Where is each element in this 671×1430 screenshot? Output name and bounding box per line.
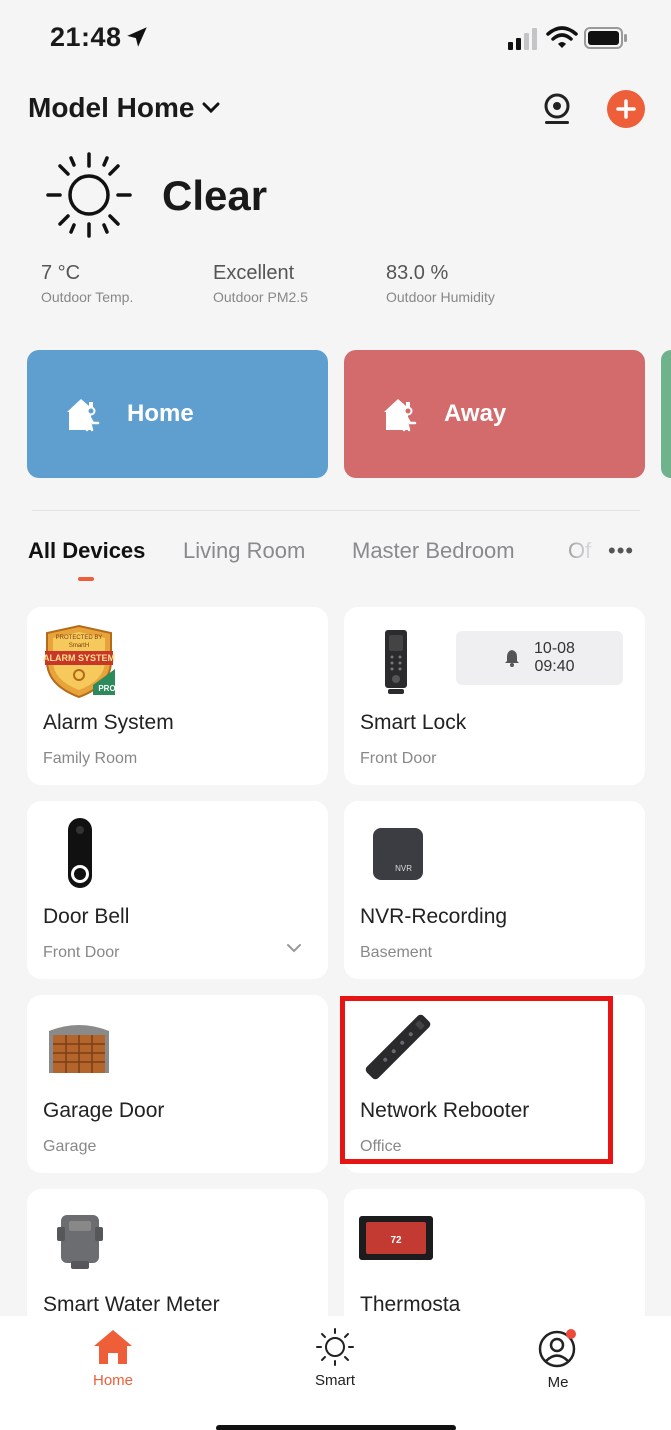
home-selector[interactable]: Model Home xyxy=(28,92,220,124)
location-arrow-icon xyxy=(127,27,147,47)
device-card-alarm-system[interactable]: PROTECTED BY SmartH ALARM SYSTEM PRO Ala… xyxy=(27,607,328,785)
cellular-signal-icon xyxy=(508,28,537,50)
tab-living-room[interactable]: Living Room xyxy=(183,538,305,564)
scene-label: Away xyxy=(444,400,507,427)
scene-home-button[interactable]: Home xyxy=(27,350,328,478)
device-name: Garage Door xyxy=(43,1099,165,1122)
lock-last-event: 10-08 09:40 xyxy=(456,631,623,685)
badge-pro: PRO xyxy=(98,684,115,693)
nav-label: Me xyxy=(547,1374,569,1391)
badge-title: ALARM SYSTEM xyxy=(43,653,115,663)
more-tabs-button[interactable]: ••• xyxy=(608,538,634,564)
device-room: Front Door xyxy=(43,944,120,961)
nvr-label: NVR xyxy=(395,864,412,873)
device-name: Thermosta xyxy=(360,1293,461,1316)
stat-value: Excellent xyxy=(213,262,295,284)
status-time: 21:48 xyxy=(50,22,122,52)
weather-condition: Clear xyxy=(162,172,268,219)
stat-label: Outdoor PM2.5 xyxy=(213,289,308,305)
home-name: Model Home xyxy=(28,92,195,123)
event-date: 10-08 xyxy=(534,640,575,657)
away-person-icon xyxy=(384,399,417,432)
device-card-smart-lock[interactable]: 10-08 09:40 Smart Lock Front Door xyxy=(344,607,645,785)
thermostat-value: 72 xyxy=(390,1235,402,1246)
thermostat-icon: 72 xyxy=(359,1216,433,1260)
nav-me[interactable]: Me xyxy=(508,1328,608,1391)
outdoor-humidity-stat: 83.0 % Outdoor Humidity xyxy=(386,262,495,305)
home-icon xyxy=(94,1330,132,1364)
device-name: NVR-Recording xyxy=(360,905,508,928)
garage-door-icon xyxy=(49,1025,109,1073)
device-card-garage-door[interactable]: Garage Door Garage xyxy=(27,995,328,1173)
device-room: Office xyxy=(360,1138,402,1155)
scene-next-peek[interactable] xyxy=(661,350,671,478)
camera-icon[interactable] xyxy=(540,92,574,126)
device-name: Network Rebooter xyxy=(360,1099,530,1122)
smart-lock-icon xyxy=(385,630,407,694)
device-room: Family Room xyxy=(43,750,138,767)
plus-icon xyxy=(616,99,636,119)
device-name: Door Bell xyxy=(43,905,130,928)
device-card-nvr-recording[interactable]: NVR NVR-Recording Basement xyxy=(344,801,645,979)
chevron-down-icon[interactable] xyxy=(286,943,302,953)
nvr-icon: NVR xyxy=(373,828,423,880)
device-card-network-rebooter[interactable]: Network Rebooter Office xyxy=(344,995,645,1173)
active-tab-indicator xyxy=(78,577,94,581)
device-name: Smart Water Meter xyxy=(43,1293,220,1316)
water-meter-icon xyxy=(57,1215,103,1269)
stat-label: Outdoor Temp. xyxy=(41,289,134,305)
stat-value: 83.0 % xyxy=(386,262,449,284)
nav-home[interactable]: Home xyxy=(63,1328,163,1389)
stat-value: 7 °C xyxy=(41,262,81,284)
outdoor-pm25-stat: Excellent Outdoor PM2.5 xyxy=(213,262,308,305)
doorbell-icon xyxy=(68,818,92,888)
badge-text: PROTECTED BY xyxy=(56,635,103,641)
outdoor-temp-stat: 7 °C Outdoor Temp. xyxy=(41,262,133,305)
add-button[interactable] xyxy=(607,90,645,128)
bottom-nav: Home Smart Me xyxy=(0,1316,671,1430)
battery-icon xyxy=(584,27,627,49)
stat-label: Outdoor Humidity xyxy=(386,289,495,305)
chevron-down-icon xyxy=(202,102,220,114)
nav-label: Home xyxy=(92,1372,133,1389)
badge-brand: SmartH xyxy=(69,643,89,649)
event-time: 09:40 xyxy=(534,658,575,675)
nav-smart[interactable]: Smart xyxy=(285,1328,385,1389)
sun-icon xyxy=(46,152,132,238)
scene-away-button[interactable]: Away xyxy=(344,350,645,478)
tab-fade xyxy=(560,530,610,570)
scene-label: Home xyxy=(127,400,194,427)
device-room: Front Door xyxy=(360,750,437,767)
tab-master-bedroom[interactable]: Master Bedroom xyxy=(352,538,515,564)
alarm-system-icon: PROTECTED BY SmartH ALARM SYSTEM PRO xyxy=(43,624,116,699)
divider xyxy=(32,510,640,511)
status-bar: 21:48 xyxy=(0,0,671,80)
wifi-icon xyxy=(546,26,578,48)
home-indicator xyxy=(216,1425,456,1430)
device-room: Garage xyxy=(43,1138,97,1155)
device-name: Alarm System xyxy=(43,711,174,734)
nav-label: Smart xyxy=(314,1372,355,1389)
bell-icon xyxy=(505,650,520,667)
tab-all-devices[interactable]: All Devices xyxy=(28,538,145,564)
notification-dot xyxy=(566,1329,576,1339)
power-strip-icon xyxy=(365,1014,431,1080)
device-room: Basement xyxy=(360,944,433,961)
home-person-icon xyxy=(67,399,100,432)
smart-sun-icon xyxy=(316,1328,354,1366)
device-name: Smart Lock xyxy=(360,711,467,734)
device-card-door-bell[interactable]: Door Bell Front Door xyxy=(27,801,328,979)
profile-icon xyxy=(538,1329,576,1368)
